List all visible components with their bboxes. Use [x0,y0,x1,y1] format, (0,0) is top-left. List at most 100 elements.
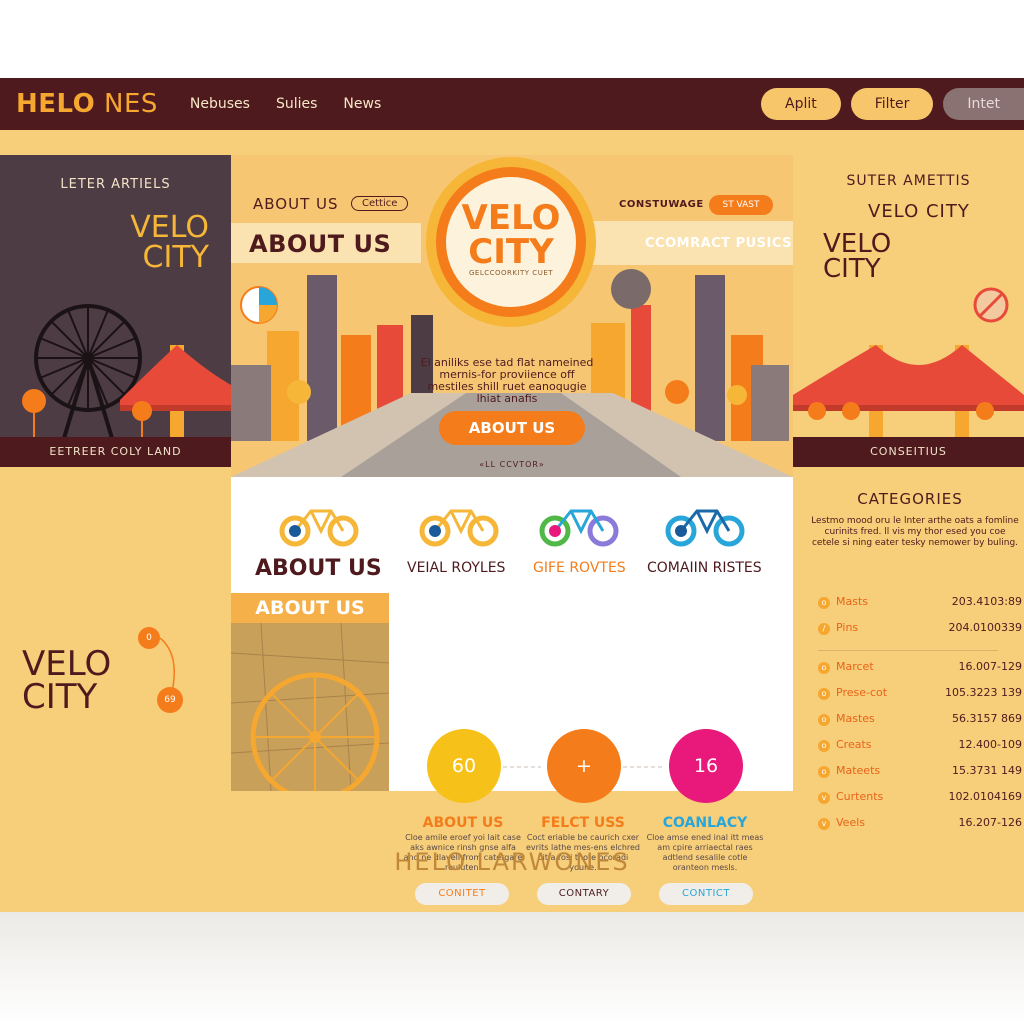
about-band-label: ABOUT US [255,597,365,619]
right-bar-text: CONSEITIUS [870,445,947,458]
bike-icon [419,509,499,547]
badge-subtitle: GELCCOORKITY CUET [468,269,554,277]
tree-icon [287,380,311,404]
left-feature-panel: LETER ARTIELS VELO CITY [0,155,231,467]
category-bullet-icon: v [818,818,830,830]
feature-circle-3-value: 16 [693,755,719,777]
category-item[interactable]: o Creats 12.400-109 [818,737,1024,763]
hero-orange-chip[interactable]: ST VAST [709,195,773,215]
feature-circle-1-value: 60 [451,755,477,777]
nav-link-nebuses[interactable]: Nebuses [190,96,250,112]
category-bullet-icon: o [818,740,830,752]
tree-icon [727,385,747,405]
nav-link-news[interactable]: News [343,96,381,112]
category-item[interactable]: o Mateets 15.3731 149 [818,763,1024,789]
feature-label-royles[interactable]: VEIAL ROYLES [407,560,505,576]
node-a[interactable]: 0 [138,627,160,649]
categories-desc: Lestmo mood oru le lnter arthe oats a fo… [811,516,1019,548]
categories-title: CATEGORIES [857,490,963,508]
bike-icons-row [279,509,745,547]
page-shadow [0,912,1024,1024]
category-item[interactable]: o Mastes 56.3157 869 [818,711,1024,737]
category-item[interactable]: v Veels 16.207-126 [818,815,1024,841]
feature-circle-2[interactable]: + [547,729,621,803]
no-entry-icon [973,287,1009,323]
tree-icon [808,402,826,420]
feature-title-3: COANLACY [662,815,748,831]
ferris-bridge-illustration [22,304,231,446]
main-nav: Nebuses Sulies News [190,96,381,112]
bike-icon [539,509,619,547]
feature-button-3[interactable]: CONTICT [659,883,753,905]
tree-icon [842,402,860,420]
tree-icon [132,401,152,421]
bridge-icon [120,345,231,445]
about-us-hero-button[interactable]: ABOUT US [439,411,585,445]
bike-icon [279,509,359,547]
nav-link-sulies[interactable]: Sulies [276,96,317,112]
right-panel-bar: CONSEITIUS [793,437,1024,467]
logo-part-a: HELO [16,89,96,119]
tree-icon [22,389,46,413]
about-band: ABOUT US [231,593,389,623]
hero-chip[interactable]: Cettice [351,196,409,211]
city-sign-icon [611,269,651,309]
tree-icon [665,380,689,404]
divider [818,650,998,651]
feature-title-2: FELCT USS [541,815,625,831]
bike-icon [665,509,745,547]
left-bar-text: EETREER COLY LAND [49,445,182,458]
category-item[interactable]: v Curtents 102.0104169 [818,789,1024,815]
footer-title: HELO LARWONES [394,848,630,876]
hero-section: ABOUT US Cettice ABOUT US CONSTUWAGE ST … [231,155,793,477]
bridge-illustration [793,287,1024,445]
category-bullet-icon: / [818,623,830,635]
features-card: ABOUT US VEIAL ROYLES GIFE ROVTES COMAII… [230,477,793,905]
logo-part-b: NES [95,89,158,119]
feature-label-routes[interactable]: GIFE ROVTES [533,560,626,576]
hero-compact-label: CCOMRACT PUSICS [645,236,793,251]
category-item[interactable]: o Marcet 16.007-129 [818,659,1024,685]
node-b[interactable]: 69 [157,687,183,713]
category-item[interactable]: o Prese-cot 105.3223 139 [818,685,1024,711]
badge-title: VELO CITY [461,198,561,272]
tree-icon [976,402,994,420]
page-body: LETER ARTIELS VELO CITY EETREER COLY LAN… [0,130,1024,912]
category-bullet-icon: o [818,714,830,726]
velo-city-badge: VELO CITY GELCCOORKITY CUET [426,157,596,327]
top-nav-bar: HELO NES Nebuses Sulies News Aplit Filte… [0,78,1024,130]
feature-button-1[interactable]: CONITET [415,883,509,905]
canvas: HELO NES Nebuses Sulies News Aplit Filte… [0,0,1024,1024]
feature-circle-3[interactable]: 16 [669,729,743,803]
feature-label-ristes[interactable]: COMAIIN RISTES [647,560,762,576]
left-lower-title: VELO CITY [22,647,111,717]
left-panel-bar: EETREER COLY LAND [0,437,231,467]
category-bullet-icon: o [818,688,830,700]
bridge-icon [793,345,1024,445]
left-lower-line-2: CITY [22,677,98,717]
hero-sky-text: El aniliks ese tad flat nameined mernis-… [420,356,594,405]
category-bullet-icon: o [818,597,830,609]
category-bullet-icon: v [818,792,830,804]
hero-about-small: ABOUT US [253,195,339,213]
aplit-button[interactable]: Aplit [761,88,841,120]
categories-panel: CATEGORIES Lestmo mood oru le lnter arth… [810,490,1024,830]
ferris-wheel-icon [34,304,142,446]
feature-button-2[interactable]: CONTARY [537,883,631,905]
right-feature-panel: SUTER AMETTIS VELO CITY VELO CITY [793,155,1024,467]
categories-list: o Masts 203.4103:89 /Pins 204.0100339 o Marc… [818,594,1024,841]
site-logo[interactable]: HELO NES [16,89,158,119]
feature-label-about[interactable]: ABOUT US [255,556,382,581]
hero-about-heading: ABOUT US [249,230,392,258]
category-bullet-icon: o [818,766,830,778]
header-button-group: Aplit Filter Intet [761,88,1024,120]
plus-icon: + [576,755,592,777]
category-item[interactable]: / Pins 204.0100339 [818,620,1024,646]
hero-caption: «LL CCVTOR» [479,460,545,469]
category-bullet-icon: o [818,662,830,674]
category-item[interactable]: o Masts 203.4103:89 [818,594,1024,620]
filter-button[interactable]: Filter [850,88,934,120]
feature-circle-1[interactable]: 60 [427,729,501,803]
hero-cons-label: CONSTUWAGE [619,199,704,210]
intet-button[interactable]: Intet [943,88,1024,120]
